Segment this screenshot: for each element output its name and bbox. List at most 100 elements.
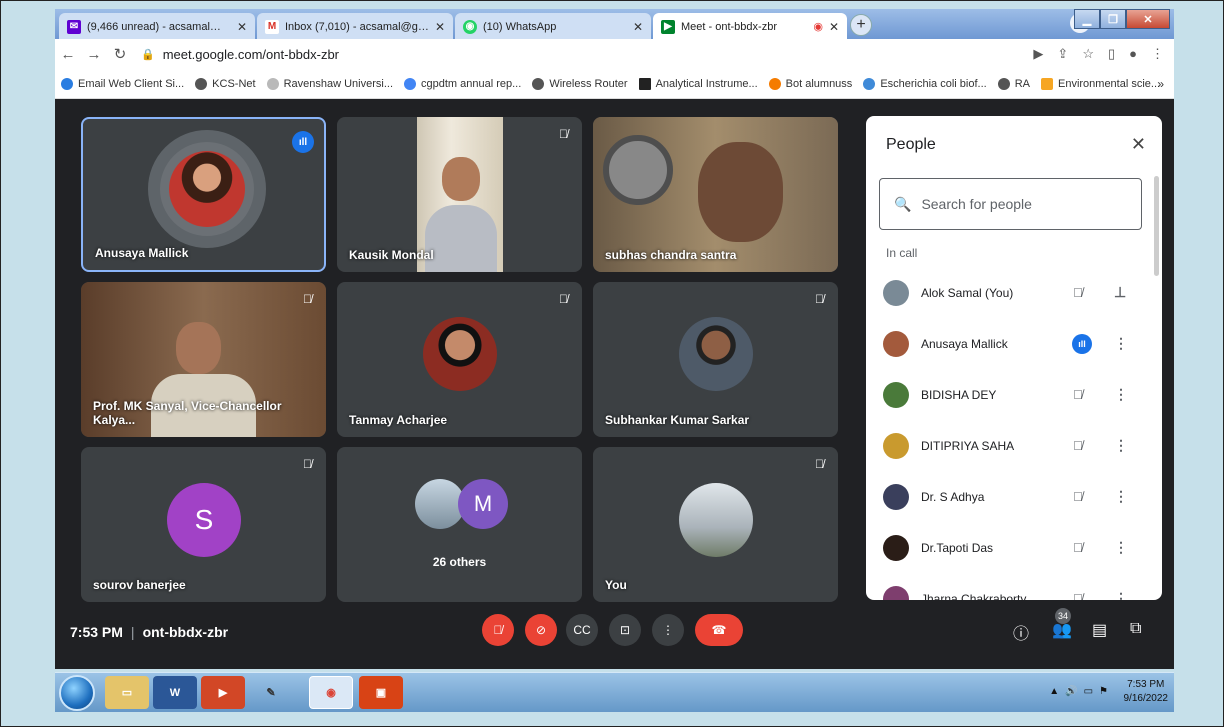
camera-off-button[interactable]: ⊘ [525, 614, 557, 646]
paint-icon[interactable]: ✎ [249, 676, 293, 709]
muted-mic-icon: 🎙̸ [559, 127, 568, 141]
tab-title: Meet - ont-bbdx-zbr [681, 20, 777, 33]
participant-name: sourov banerjee [93, 578, 186, 592]
chrome-icon[interactable]: ◉ [309, 676, 353, 709]
bookmark-item[interactable]: RA [997, 77, 1030, 90]
minimize-button[interactable]: ▁ [1074, 9, 1100, 29]
tab-gmail[interactable]: M Inbox (7,010) - acsamal@gmail.c ✕ [257, 13, 453, 40]
activities-icon[interactable]: ⧉ [1130, 620, 1141, 638]
participant-row-name: Dr.Tapoti Das [921, 540, 994, 555]
close-icon[interactable]: ✕ [1131, 134, 1146, 155]
participant-tile[interactable]: 🎙̸ Kausik Mondal [337, 117, 582, 272]
captions-button[interactable]: CC [566, 614, 598, 646]
bookmarks-overflow-button[interactable]: » [1157, 77, 1164, 91]
scrollbar[interactable] [1154, 176, 1159, 276]
word-icon[interactable]: W [153, 676, 197, 709]
bookmark-icon [638, 77, 651, 90]
participant-row[interactable]: Anusaya Mallick ıll ⋮ [866, 318, 1156, 369]
participant-tile[interactable]: subhas chandra santra [593, 117, 838, 272]
bookmark-item[interactable]: Escherichia coli biof... [863, 77, 987, 90]
avatar [679, 317, 753, 391]
participant-row[interactable]: Jharna Chakraborty 🎙̸ ⋮ [866, 573, 1156, 600]
close-tab-icon[interactable]: ✕ [435, 20, 445, 34]
gmail-icon: M [265, 19, 279, 34]
reload-icon[interactable]: ↻ [107, 45, 133, 63]
bookmark-item[interactable]: Wireless Router [532, 77, 628, 90]
participant-row[interactable]: Dr.Tapoti Das 🎙̸ ⋮ [866, 522, 1156, 573]
bookmark-label: cgpdtm annual rep... [421, 77, 522, 90]
others-tile[interactable]: M 26 others [337, 447, 582, 602]
forward-icon[interactable]: → [81, 46, 107, 63]
bookmarks-bar: Email Web Client Si... KCS-Net Ravenshaw… [55, 69, 1174, 99]
new-tab-button[interactable]: + [850, 14, 872, 36]
media-player-icon[interactable]: ▶ [201, 676, 245, 709]
tab-whatsapp[interactable]: ◉ (10) WhatsApp ✕ [455, 13, 651, 40]
participant-name: Subhankar Kumar Sarkar [605, 413, 750, 427]
more-options-icon[interactable]: ⋮ [1114, 335, 1128, 352]
share-icon[interactable]: ⇪ [1057, 46, 1068, 62]
pin-icon[interactable]: ⊥ [1114, 284, 1126, 301]
close-window-button[interactable]: ✕ [1126, 9, 1170, 29]
bookmark-star-icon[interactable]: ☆ [1082, 46, 1094, 62]
bookmark-item[interactable]: Environmental scie... [1040, 77, 1161, 90]
menu-icon[interactable]: ⋮ [1151, 46, 1164, 62]
speaking-indicator-icon: ıll [292, 131, 314, 153]
bookmark-label: Environmental scie... [1057, 77, 1161, 90]
maximize-button[interactable]: ❐ [1100, 9, 1126, 29]
taskbar-clock[interactable]: 7:53 PM 9/16/2022 [1124, 678, 1169, 706]
address-bar[interactable]: 🔒 meet.google.com/ont-bbdx-zbr [141, 47, 1033, 62]
start-button[interactable] [59, 675, 95, 711]
search-people-input[interactable]: 🔍 Search for people [879, 178, 1142, 230]
participant-row[interactable]: Dr. S Adhya 🎙̸ ⋮ [866, 471, 1156, 522]
more-options-button[interactable]: ⋮ [652, 614, 684, 646]
file-explorer-icon[interactable]: ▭ [105, 676, 149, 709]
self-tile[interactable]: 🎙̸ You [593, 447, 838, 602]
participant-row[interactable]: BIDISHA DEY 🎙̸ ⋮ [866, 369, 1156, 420]
close-tab-icon[interactable]: ✕ [829, 20, 839, 34]
muted-mic-icon: 🎙̸ [815, 457, 824, 471]
participant-tile[interactable]: S 🎙̸ sourov banerjee [81, 447, 326, 602]
more-options-icon[interactable]: ⋮ [1114, 590, 1128, 600]
more-options-icon[interactable]: ⋮ [1114, 539, 1128, 556]
sidebar-icon[interactable]: ▯ [1108, 46, 1115, 62]
powerpoint-icon[interactable]: ▣ [359, 676, 403, 709]
globe-icon [997, 77, 1010, 90]
system-tray[interactable]: ▲🔊▭⚑ [1049, 686, 1114, 697]
participant-tile[interactable]: ıll Anusaya Mallick [81, 117, 326, 272]
more-options-icon[interactable]: ⋮ [1114, 386, 1128, 403]
bookmark-item[interactable]: Email Web Client Si... [61, 77, 184, 90]
browser-window: ✉ (9,466 unread) - acsamal@yahoo ✕ M Inb… [55, 9, 1174, 669]
bookmark-label: Ravenshaw Universi... [283, 77, 394, 90]
participant-tile[interactable]: 🎙̸ Tanmay Acharjee [337, 282, 582, 437]
profile-avatar-icon[interactable]: ● [1129, 46, 1137, 62]
avatar-initial: S [167, 483, 241, 557]
chat-icon[interactable]: ▤ [1092, 620, 1107, 640]
close-tab-icon[interactable]: ✕ [237, 20, 247, 34]
bookmark-item[interactable]: Analytical Instrume... [638, 77, 758, 90]
bookmark-item[interactable]: cgpdtm annual rep... [404, 77, 522, 90]
back-icon[interactable]: ← [55, 46, 81, 63]
participant-row[interactable]: DITIPRIYA SAHA 🎙̸ ⋮ [866, 420, 1156, 471]
participant-tile[interactable]: 🎙̸ Subhankar Kumar Sarkar [593, 282, 838, 437]
bookmark-item[interactable]: KCS-Net [195, 77, 256, 90]
bookmark-item[interactable]: Ravenshaw Universi... [266, 77, 394, 90]
avatar [883, 534, 909, 561]
participant-tile[interactable]: 🎙̸ Prof. MK Sanyal, Vice-Chancellor Kaly… [81, 282, 326, 437]
participant-name: Anusaya Mallick [95, 246, 189, 260]
tab-strip: ✉ (9,466 unread) - acsamal@yahoo ✕ M Inb… [55, 9, 1174, 40]
present-button[interactable]: ⊡ [609, 614, 641, 646]
bookmark-label: Wireless Router [549, 77, 628, 90]
tab-meet[interactable]: ▶ Meet - ont-bbdx-zbr ◉ ✕ [653, 13, 847, 40]
meeting-info: 7:53 PM | ont-bbdx-zbr [70, 624, 228, 640]
leave-call-button[interactable]: ☎ [695, 614, 743, 646]
more-options-icon[interactable]: ⋮ [1114, 488, 1128, 505]
info-icon[interactable]: ⓘ [1013, 620, 1029, 644]
participant-row[interactable]: Alok Samal (You) 🎙̸ ⊥ [866, 267, 1156, 318]
mic-off-button[interactable]: 🎙̸ [482, 614, 514, 646]
more-options-icon[interactable]: ⋮ [1114, 437, 1128, 454]
bookmark-item[interactable]: Bot alumnuss [768, 77, 852, 90]
camera-icon[interactable]: ▶ [1033, 46, 1043, 62]
close-tab-icon[interactable]: ✕ [633, 20, 643, 34]
tab-yahoo-mail[interactable]: ✉ (9,466 unread) - acsamal@yahoo ✕ [59, 13, 255, 40]
recording-icon: ◉ [813, 21, 823, 33]
